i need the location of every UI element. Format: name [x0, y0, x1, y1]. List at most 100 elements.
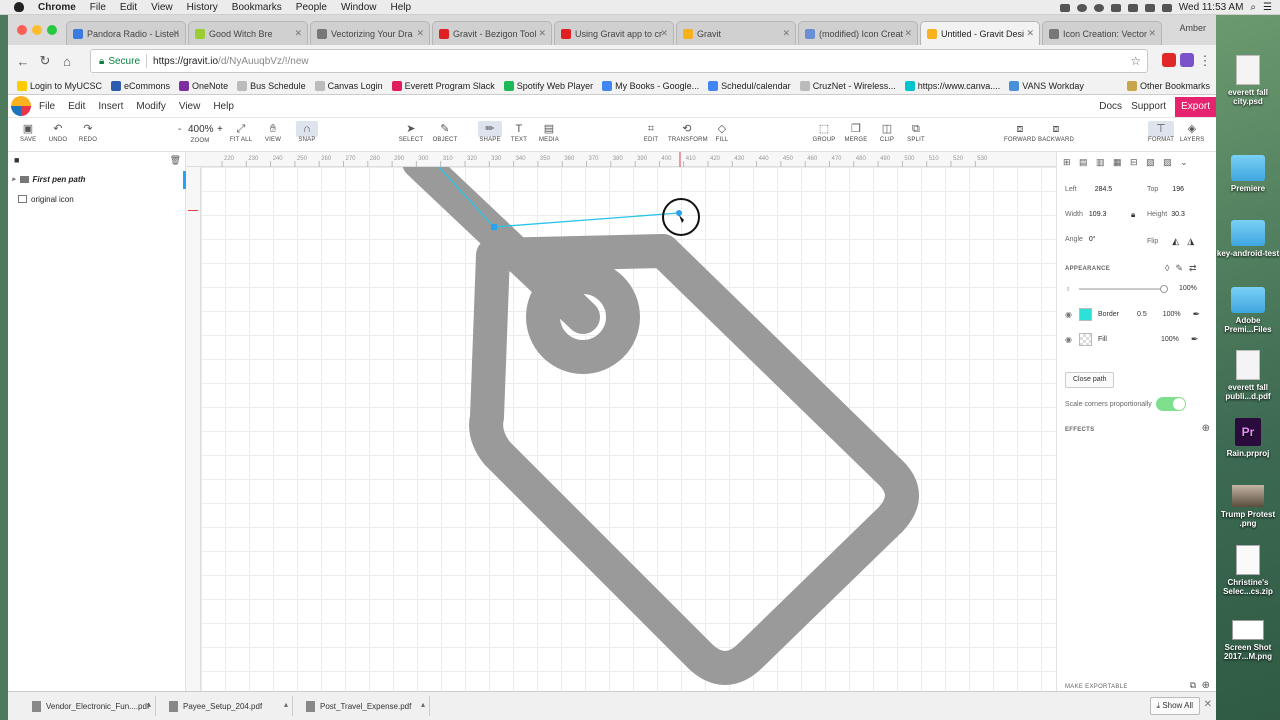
- group-button[interactable]: ⬚ GROUP: [812, 121, 836, 143]
- mac-menu-help[interactable]: Help: [391, 2, 412, 13]
- gravit-logo-icon[interactable]: [11, 96, 31, 116]
- tab-close-icon[interactable]: ✕: [1148, 28, 1156, 39]
- left-input[interactable]: 284.5: [1095, 186, 1113, 193]
- desktop-item[interactable]: Screen Shot 2017...M.png: [1216, 620, 1280, 661]
- object-tool[interactable]: ✎ OBJECT: [432, 121, 458, 143]
- mac-menu-edit[interactable]: Edit: [120, 2, 137, 13]
- fill-button[interactable]: ◇ FILL: [714, 121, 730, 143]
- transform-button[interactable]: ⟲ TRANSFORM: [668, 121, 708, 143]
- zoom-in-button[interactable]: +: [217, 124, 223, 135]
- height-input[interactable]: 30.3: [1171, 211, 1185, 218]
- desktop-item[interactable]: everett fall publi...d.pdf: [1216, 350, 1280, 401]
- bookmark-item[interactable]: Canvas Login: [314, 80, 383, 91]
- fill-opacity-input[interactable]: 100%: [1161, 336, 1179, 343]
- extension-icon[interactable]: [1180, 53, 1194, 67]
- mac-menu-view[interactable]: View: [151, 2, 173, 13]
- desktop-item[interactable]: Premiere: [1216, 155, 1280, 193]
- width-input[interactable]: 109.3: [1089, 211, 1107, 218]
- horizontal-ruler[interactable]: 220 230 240 250 260 270 280 290 300 310 320 330 340 3…: [186, 152, 1056, 167]
- sync-icon[interactable]: [1093, 3, 1104, 12]
- bookmark-item[interactable]: Everett Program Slack: [391, 80, 495, 91]
- bookmark-item[interactable]: CruzNet - Wireless...: [799, 80, 896, 91]
- bookmark-item[interactable]: OneNote: [179, 80, 228, 91]
- chevron-up-icon[interactable]: ▴: [284, 700, 288, 709]
- mac-menu-history[interactable]: History: [187, 2, 218, 13]
- add-effect-icon[interactable]: ⊕: [1202, 423, 1210, 434]
- tab-4[interactable]: Gravit - Bezigon Tool ✕: [432, 21, 552, 45]
- chevron-up-icon[interactable]: ▴: [147, 700, 151, 709]
- close-window-button[interactable]: [17, 25, 27, 35]
- mac-menu-window[interactable]: Window: [341, 2, 377, 13]
- clip-button[interactable]: ◫ CLIP: [878, 121, 896, 143]
- trash-icon[interactable]: 🗑︎: [170, 155, 181, 166]
- flip-vertical-icon[interactable]: ◮: [1187, 236, 1194, 247]
- eye-icon[interactable]: ◉: [1065, 310, 1072, 319]
- tab-1[interactable]: Pandora Radio - Listen ✕: [66, 21, 186, 45]
- layer-row[interactable]: ▸ First pen path: [8, 169, 185, 189]
- mac-menu-bookmarks[interactable]: Bookmarks: [232, 2, 282, 13]
- redo-button[interactable]: ↷ REDO: [78, 121, 98, 143]
- undo-button[interactable]: ↶ UNDO: [48, 121, 68, 143]
- tab-close-icon[interactable]: ✕: [538, 28, 546, 39]
- tab-close-icon[interactable]: ✕: [782, 28, 790, 39]
- media-tool[interactable]: ▤ MEDIA: [538, 121, 560, 143]
- backward-button[interactable]: ⧈ BACKWARD: [1038, 121, 1074, 143]
- spotlight-icon[interactable]: ⌕: [1250, 2, 1256, 13]
- back-icon[interactable]: ←: [12, 54, 34, 69]
- zoom-value[interactable]: 400%: [188, 124, 214, 135]
- eye-icon[interactable]: ◉: [1065, 335, 1072, 344]
- maximize-window-button[interactable]: [47, 25, 57, 35]
- opacity-slider[interactable]: [1079, 284, 1168, 293]
- menu-modify[interactable]: Modify: [136, 101, 165, 112]
- notification-center-icon[interactable]: ☰: [1263, 2, 1272, 13]
- desktop-item[interactable]: key-android-test: [1216, 220, 1280, 258]
- shape-tool[interactable]: ✏︎ SHAPE: [478, 121, 502, 143]
- desktop-item[interactable]: Trump Protest .png: [1216, 485, 1280, 528]
- bookmark-item[interactable]: Schedul/calendar: [708, 80, 791, 91]
- desktop-item[interactable]: everett fall city.psd: [1216, 55, 1280, 106]
- minimize-window-button[interactable]: [32, 25, 42, 35]
- show-all-button[interactable]: ⤓ Show All: [1149, 697, 1200, 715]
- reload-icon[interactable]: ↻: [34, 53, 56, 69]
- mac-menu-app[interactable]: Chrome: [38, 2, 76, 13]
- other-bookmarks[interactable]: Other Bookmarks: [1126, 80, 1210, 91]
- volume-icon[interactable]: [1144, 3, 1155, 12]
- appearance-tools[interactable]: ◊✎⇄: [1165, 263, 1203, 274]
- bookmark-item[interactable]: My Books - Google...: [602, 80, 699, 91]
- menu-insert[interactable]: Insert: [98, 101, 123, 112]
- download-item[interactable]: Post_Travel_Expense.pdf ▴: [294, 696, 430, 716]
- tab-3[interactable]: Vectorizing Your Dra ✕: [310, 21, 430, 45]
- border-width-input[interactable]: 0.5: [1137, 311, 1147, 318]
- active-anchor-point[interactable]: [676, 210, 682, 216]
- tab-close-icon[interactable]: ✕: [904, 28, 912, 39]
- flip-horizontal-icon[interactable]: ◭: [1172, 236, 1179, 247]
- download-item[interactable]: Vendor_Electronic_Fun....pdf ▴: [20, 696, 156, 716]
- chrome-menu-icon[interactable]: ⋮: [1194, 53, 1216, 69]
- bookmark-item[interactable]: https://www.canva....: [904, 80, 1000, 91]
- desktop-item[interactable]: Adobe Premi...Files: [1216, 287, 1280, 334]
- desktop-item[interactable]: Christine's Selec...cs.zip: [1216, 545, 1280, 596]
- cloud-icon[interactable]: [1076, 3, 1087, 12]
- bookmark-item[interactable]: Spotify Web Player: [503, 80, 593, 91]
- menu-edit[interactable]: Edit: [68, 101, 85, 112]
- home-icon[interactable]: ⌂: [56, 54, 78, 69]
- angle-input[interactable]: 0°: [1089, 236, 1096, 243]
- docs-link[interactable]: Docs: [1099, 101, 1122, 112]
- split-button[interactable]: ⧉ SPLIT: [906, 121, 926, 143]
- scale-corners-toggle[interactable]: [1155, 397, 1186, 411]
- snap-button[interactable]: ∩ SNAP: [296, 121, 318, 143]
- add-export-icon[interactable]: ⊕: [1202, 680, 1210, 691]
- url-input[interactable]: 🔒︎ Secure https://gravit.io/d/NyAuuqbVz/…: [90, 49, 1148, 73]
- support-link[interactable]: Support: [1131, 101, 1166, 112]
- mac-menu-file[interactable]: File: [90, 2, 106, 13]
- menu-view[interactable]: View: [179, 101, 201, 112]
- edit-button[interactable]: ⌗ EDIT: [642, 121, 660, 143]
- border-color-swatch[interactable]: [1078, 308, 1092, 321]
- tab-2[interactable]: Good Witch Bre ✕: [188, 21, 308, 45]
- tab-9[interactable]: Icon Creation: Vector ✕: [1042, 21, 1162, 45]
- chevron-up-icon[interactable]: ▴: [421, 700, 425, 709]
- tab-8[interactable]: Untitled - Gravit Desi ✕: [920, 21, 1040, 45]
- tab-close-icon[interactable]: ✕: [172, 28, 180, 39]
- bookmark-item[interactable]: eCommons: [111, 80, 170, 91]
- text-tool[interactable]: T TEXT: [510, 121, 528, 143]
